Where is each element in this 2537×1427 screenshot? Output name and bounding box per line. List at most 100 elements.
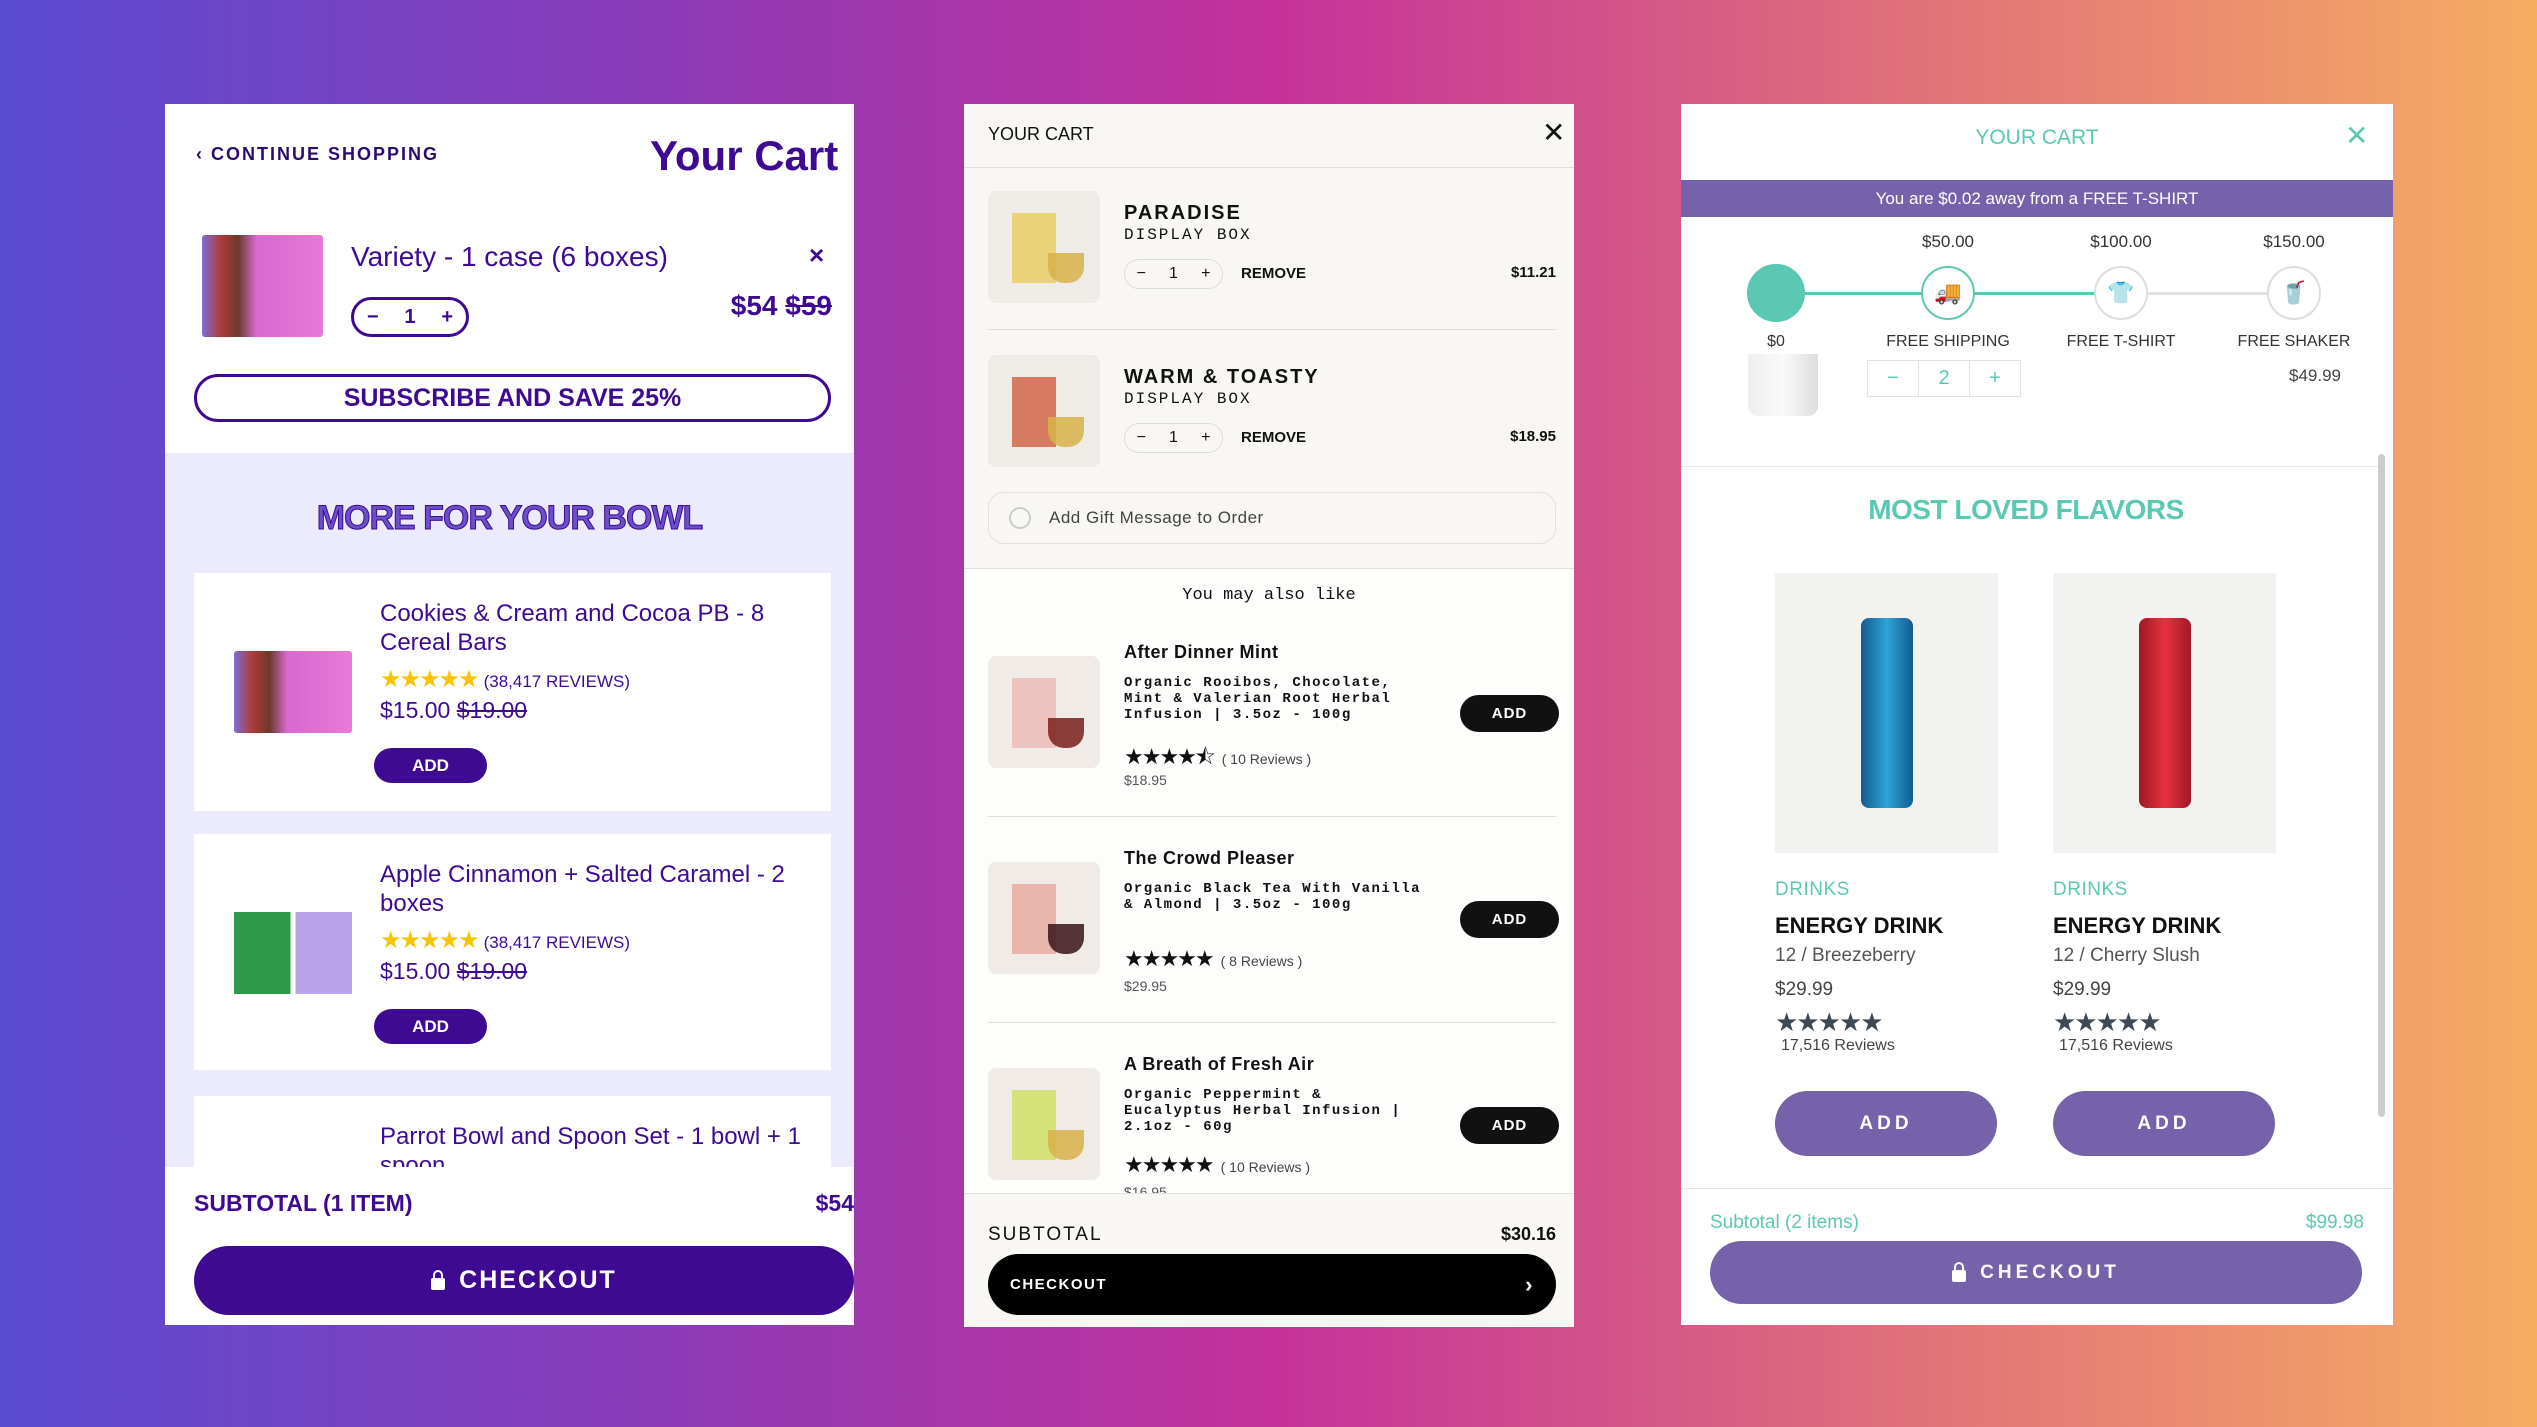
checkout-button[interactable]: CHECKOUT › (988, 1254, 1556, 1315)
stars-icon: ★★★★★ (1124, 1152, 1215, 1177)
product-image (988, 862, 1100, 974)
continue-shopping-link[interactable]: ‹ CONTINUE SHOPPING (196, 144, 439, 165)
cart-title: YOUR CART (988, 124, 1094, 144)
product-card: DRINKS ENERGY DRINK 12 / Breezeberry $29… (1775, 573, 1998, 1156)
cart-title: YOUR CART (1975, 126, 2099, 149)
add-button[interactable]: ADD (1460, 901, 1559, 938)
stars-icon: ★★★★★ (1775, 1007, 1884, 1037)
close-icon[interactable]: ✕ (2345, 119, 2368, 152)
milestone-amount: $150.00 (2263, 232, 2325, 251)
product-category: DRINKS (2053, 879, 2128, 900)
product-image (988, 355, 1100, 467)
subtotal-value: $99.98 (2305, 1212, 2364, 1233)
product-price: $15.00 $19.00 (380, 958, 528, 984)
page-title: Your Cart (650, 132, 839, 179)
product-name[interactable]: The Crowd Pleaser (1124, 848, 1295, 869)
quantity-value[interactable]: 1 (404, 306, 415, 329)
quantity-value[interactable]: 1 (1169, 429, 1178, 447)
quantity-stepper: − 1 + (1124, 259, 1223, 289)
product-name[interactable]: ENERGY DRINK (1775, 913, 1998, 939)
increment-button[interactable]: + (441, 306, 453, 329)
tshirt-icon: 👕 (2094, 266, 2148, 320)
remove-item-close-icon[interactable]: × (809, 240, 824, 271)
lock-icon (431, 1269, 446, 1290)
add-button[interactable]: ADD (374, 748, 487, 783)
product-name[interactable]: Apple Cinnamon + Salted Caramel - 2 boxe… (380, 860, 810, 918)
gift-message-option[interactable]: Add Gift Message to Order (988, 492, 1556, 544)
radio-button[interactable] (1009, 507, 1031, 529)
subtotal-label: Subtotal (2 items) (1710, 1212, 1859, 1233)
milestone-label: FREE SHIPPING (1886, 333, 2010, 350)
quantity-value[interactable]: 1 (1169, 265, 1178, 283)
product-image (988, 1068, 1100, 1180)
shaker-icon: 🥤 (2267, 266, 2321, 320)
rating: ★★★★★ (38,417 REVIEWS) (380, 666, 631, 693)
increment-button[interactable]: + (1201, 265, 1210, 283)
cart-item-price: $49.99 (2289, 366, 2341, 385)
divider (988, 1022, 1556, 1023)
rating: ★★★★★( 8 Reviews ) (1124, 946, 1303, 971)
add-button[interactable]: ADD (1775, 1091, 1997, 1156)
magic-spoon-cart-panel: ‹ CONTINUE SHOPPING Your Cart Variety - … (165, 104, 854, 1325)
decrement-button[interactable]: − (1868, 361, 1919, 396)
upsell-heading: MORE FOR YOUR BOWL (316, 499, 704, 538)
decrement-button[interactable]: − (1137, 265, 1146, 283)
chevron-right-icon: › (1525, 1271, 1534, 1297)
milestone-label: FREE SHAKER (2237, 333, 2351, 350)
subtotal-value: $30.16 (1500, 1224, 1556, 1244)
lock-icon (1952, 1261, 1967, 1282)
product-card: DRINKS ENERGY DRINK 12 / Cherry Slush $2… (2053, 573, 2276, 1156)
checkout-button[interactable]: CHECKOUT (1710, 1241, 2362, 1304)
progress-banner: You are $0.02 away from a FREE T-SHIRT (1681, 180, 2393, 217)
review-count: 17,516 Reviews (2059, 1037, 2173, 1054)
milestone-amount: $50.00 (1922, 232, 1974, 251)
product-image[interactable] (1775, 573, 1998, 853)
product-name[interactable]: A Breath of Fresh Air (1124, 1054, 1314, 1075)
product-description: Organic Rooibos, Chocolate, Mint & Valer… (1124, 675, 1392, 723)
cart-item-price: $11.21 (1510, 264, 1556, 281)
decrement-button[interactable]: − (1137, 429, 1146, 447)
stars-icon: ★★★★⯪ (1124, 744, 1216, 769)
subtotal-label: SUBTOTAL (988, 1224, 1103, 1245)
subtotal-value: $54 (815, 1190, 854, 1216)
increment-button[interactable]: + (1970, 361, 2020, 396)
milestone-label: $0 (1767, 333, 1785, 350)
cart-item-name: WARM & TOASTY (1124, 366, 1320, 388)
product-price: $15.00 $19.00 (380, 697, 528, 723)
cart-item-subtitle: DISPLAY BOX (1124, 226, 1252, 244)
close-icon[interactable]: ✕ (1542, 116, 1565, 149)
remove-button[interactable]: REMOVE (1241, 265, 1306, 282)
cart-item-name: PARADISE (1124, 202, 1242, 224)
checkout-button[interactable]: CHECKOUT (194, 1246, 854, 1315)
product-image (988, 656, 1100, 768)
quantity-value[interactable]: 2 (1919, 361, 1970, 396)
stars-icon: ★★★★★ (2053, 1007, 2162, 1037)
scrollbar[interactable] (2378, 454, 2385, 1117)
add-button[interactable]: ADD (2053, 1091, 2275, 1156)
product-image (202, 235, 323, 337)
upsell-heading: MOST LOVED FLAVORS (1868, 494, 2184, 525)
add-button[interactable]: ADD (1460, 1107, 1559, 1144)
decrement-button[interactable]: − (367, 306, 379, 329)
increment-button[interactable]: + (1201, 429, 1210, 447)
tea-cart-panel: YOUR CART ✕ PARADISE DISPLAY BOX − 1 + REM… (964, 104, 1574, 1327)
product-name[interactable]: Cookies & Cream and Cocoa PB - 8 Cereal … (380, 599, 810, 657)
add-button[interactable]: ADD (1460, 695, 1559, 732)
product-image[interactable] (2053, 573, 2276, 853)
product-name[interactable]: After Dinner Mint (1124, 642, 1279, 663)
divider (964, 167, 1574, 168)
subscribe-button[interactable]: SUBSCRIBE AND SAVE 25% (194, 374, 831, 422)
subtotal-label: SUBTOTAL (1 ITEM) (194, 1190, 413, 1216)
cart-item-subtitle: DISPLAY BOX (1124, 390, 1252, 408)
product-name[interactable]: ENERGY DRINK (2053, 913, 2276, 939)
cart-item-price: $18.95 (1510, 428, 1556, 445)
chevron-left-icon: ‹ (196, 144, 211, 164)
product-price: $18.95 (1124, 772, 1167, 788)
upsell-card: Cookies & Cream and Cocoa PB - 8 Cereal … (194, 573, 831, 811)
rating: ★★★★★ (38,417 REVIEWS) (380, 927, 631, 954)
remove-button[interactable]: REMOVE (1241, 429, 1306, 446)
add-button[interactable]: ADD (374, 1009, 487, 1044)
quantity-stepper: −2 + (1867, 360, 2021, 397)
stars-icon: ★★★★★ (1124, 946, 1215, 971)
stars-icon: ★★★★★ (380, 666, 480, 693)
